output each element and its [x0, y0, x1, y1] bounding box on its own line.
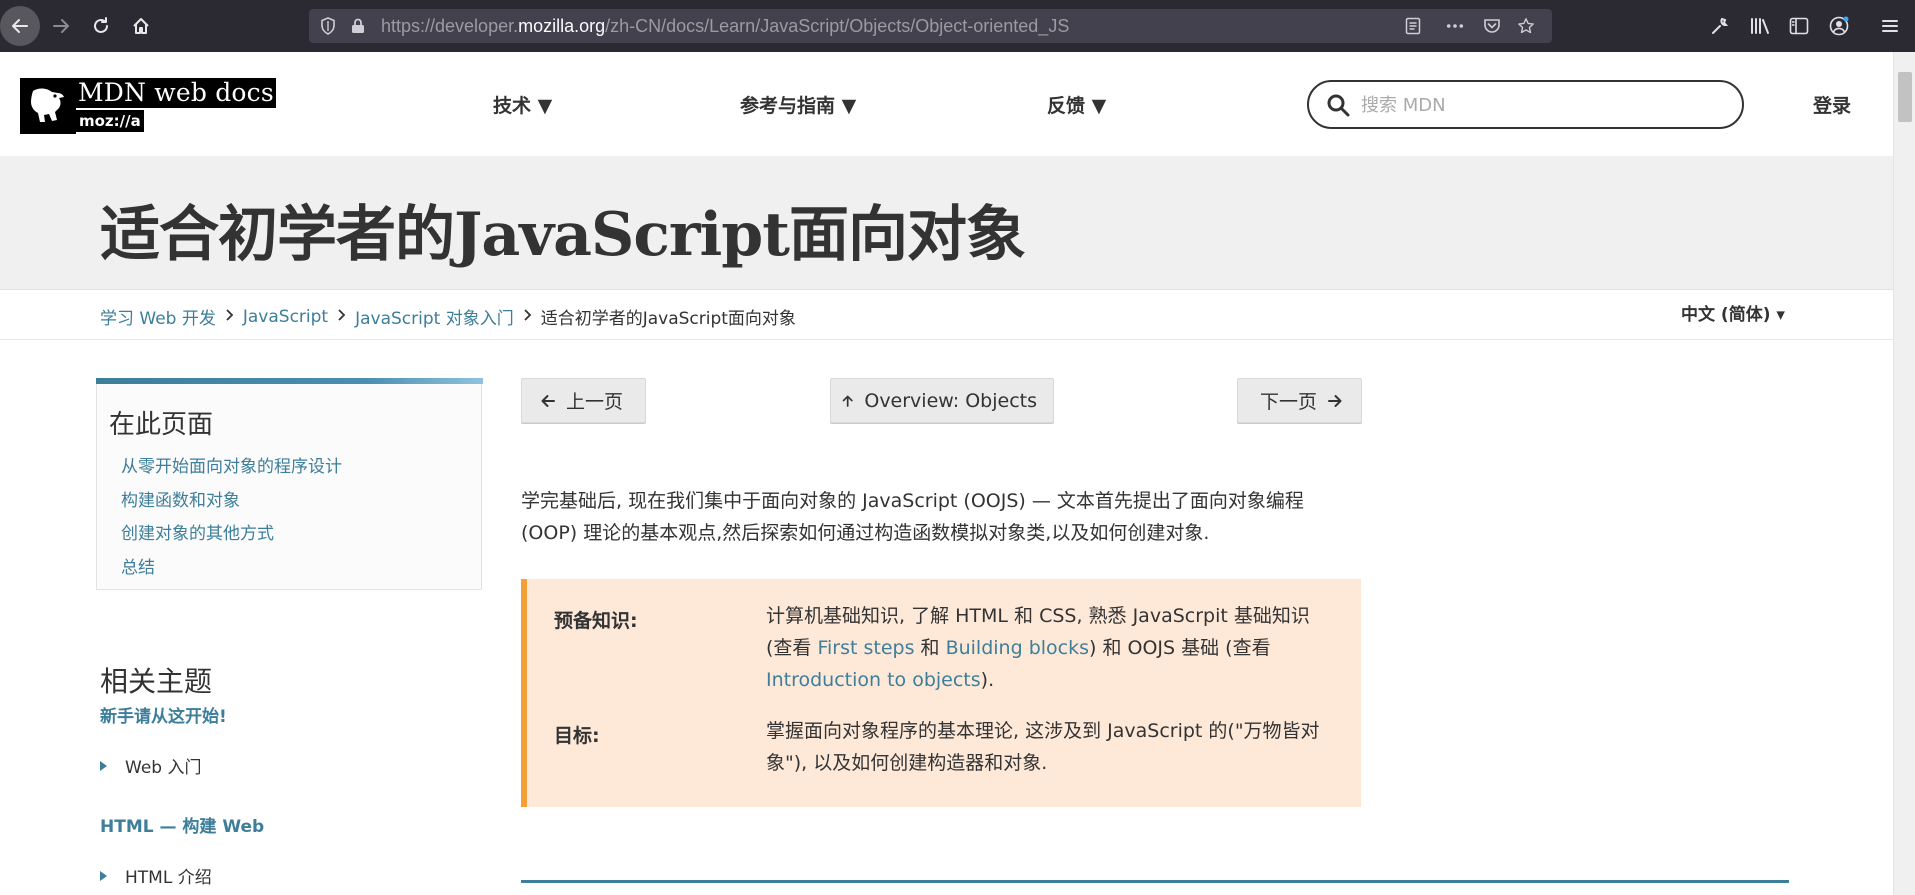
- language-selector[interactable]: 中文 (简体) ▾: [1681, 300, 1785, 325]
- breadcrumb-javascript[interactable]: JavaScript: [243, 307, 328, 327]
- lock-icon[interactable]: [349, 17, 367, 35]
- url-bar[interactable]: https://developer.mozilla.org/zh-CN/docs…: [309, 9, 1552, 43]
- bookmark-star-icon[interactable]: [1517, 17, 1535, 35]
- reload-icon: [94, 17, 108, 33]
- shield-icon[interactable]: [319, 17, 337, 35]
- back-button[interactable]: [0, 6, 40, 46]
- breadcrumb-current: 适合初学者的JavaScript面向对象: [540, 309, 796, 329]
- toc-item[interactable]: 总结: [121, 553, 155, 578]
- logo-title: MDN web docs: [76, 78, 276, 108]
- login-link[interactable]: 登录: [1813, 91, 1851, 118]
- arrow-up-icon: [842, 395, 853, 407]
- breadcrumb-bar: 学习 Web 开发 JavaScript JavaScript 对象入门 适合初…: [0, 290, 1893, 340]
- prerequisites-box: 预备知识: 计算机基础知识, 了解 HTML 和 CSS, 熟悉 JavaScr…: [521, 579, 1361, 807]
- toc-title: 在此页面: [109, 410, 214, 440]
- forward-button[interactable]: [41, 6, 81, 46]
- title-banner: 适合初学者的JavaScript面向对象: [0, 156, 1893, 290]
- reload-button[interactable]: [81, 6, 121, 46]
- chevron-right-icon: [225, 307, 234, 326]
- next-page-button[interactable]: 下一页: [1237, 378, 1362, 423]
- sidebar-icon[interactable]: [1787, 14, 1811, 38]
- search-icon: [1327, 94, 1350, 117]
- related-item-label: HTML 介绍: [125, 868, 212, 888]
- objective-label: 目标:: [554, 725, 600, 747]
- arrow-right-icon: [1328, 394, 1342, 407]
- home-button[interactable]: [121, 6, 161, 46]
- arrow-right-icon: [53, 19, 69, 33]
- table-of-contents: 在此页面 从零开始面向对象的程序设计 构建函数和对象 创建对象的其他方式 总结: [96, 378, 483, 590]
- related-web-intro[interactable]: Web 入门: [100, 753, 201, 778]
- building-blocks-link[interactable]: Building blocks: [946, 637, 1089, 659]
- next-page-label: 下一页: [1259, 391, 1317, 413]
- first-steps-link[interactable]: First steps: [817, 637, 914, 659]
- library-icon[interactable]: [1748, 14, 1772, 38]
- overview-label: Overview: Objects: [864, 389, 1037, 412]
- search-input[interactable]: [1361, 91, 1721, 119]
- menu-references-guides[interactable]: 参考与指南 ▼: [740, 91, 856, 118]
- breadcrumb-learn-web[interactable]: 学习 Web 开发: [100, 304, 216, 329]
- prerequisites-text: 计算机基础知识, 了解 HTML 和 CSS, 熟悉 JavaScrpit 基础…: [766, 605, 1310, 691]
- toc-item[interactable]: 创建对象的其他方式: [121, 519, 274, 544]
- pocket-icon[interactable]: [1483, 17, 1501, 35]
- section-divider: [521, 880, 1789, 883]
- breadcrumb: 学习 Web 开发 JavaScript JavaScript 对象入门 适合初…: [100, 304, 796, 330]
- related-html-intro[interactable]: HTML 介绍: [100, 863, 212, 888]
- breadcrumb-js-objects[interactable]: JavaScript 对象入门: [355, 304, 514, 329]
- triangle-right-icon: [100, 760, 107, 771]
- chevron-right-icon: [337, 307, 346, 326]
- more-actions-icon[interactable]: [1446, 17, 1464, 35]
- search-box[interactable]: [1307, 80, 1744, 129]
- mdn-logo[interactable]: MDN web docs moz://a: [20, 78, 276, 134]
- intro-paragraph: 学完基础后, 现在我们集中于面向对象的 JavaScript (OOJS) — …: [521, 490, 1304, 544]
- url-text[interactable]: https://developer.mozilla.org/zh-CN/docs…: [381, 16, 1069, 37]
- url-host: mozilla.org: [518, 16, 606, 36]
- toc-accent-bar: [96, 378, 483, 384]
- introduction-to-objects-link[interactable]: Introduction to objects: [766, 669, 981, 691]
- related-start-here[interactable]: 新手请从这开始!: [100, 702, 227, 727]
- related-html-heading[interactable]: HTML — 构建 Web: [100, 812, 264, 837]
- logo-text: MDN web docs moz://a: [76, 78, 276, 134]
- overview-button[interactable]: Overview: Objects: [830, 378, 1054, 423]
- related-topics-title: 相关主题: [100, 665, 213, 698]
- arrow-left-icon: [541, 394, 555, 407]
- objective-text: 掌握面向对象程序的基本理论, 这涉及到 JavaScript 的("万物皆对象"…: [766, 720, 1320, 774]
- reader-view-icon[interactable]: [1404, 17, 1422, 35]
- toc-item[interactable]: 构建函数和对象: [121, 486, 240, 511]
- page-title: 适合初学者的JavaScript面向对象: [100, 200, 1026, 270]
- previous-page-label: 上一页: [565, 391, 623, 413]
- menu-feedback[interactable]: 反馈 ▼: [1047, 91, 1106, 118]
- toc-item[interactable]: 从零开始面向对象的程序设计: [121, 452, 342, 477]
- triangle-right-icon: [100, 870, 107, 881]
- scrollbar-thumb[interactable]: [1898, 72, 1912, 122]
- page-scrollbar[interactable]: [1893, 52, 1915, 895]
- site-header: MDN web docs moz://a 技术 ▼ 参考与指南 ▼ 反馈 ▼ 登…: [0, 52, 1893, 156]
- menu-technologies[interactable]: 技术 ▼: [493, 91, 552, 118]
- related-item-label: Web 入门: [125, 758, 202, 778]
- menu-icon[interactable]: [1878, 14, 1902, 38]
- home-icon: [133, 18, 149, 34]
- dinosaur-icon: [20, 78, 76, 134]
- previous-page-button[interactable]: 上一页: [521, 378, 646, 423]
- prerequisites-label: 预备知识:: [554, 610, 638, 632]
- mozilla-wordmark: moz://a: [76, 110, 144, 132]
- account-icon[interactable]: [1827, 14, 1851, 38]
- browser-toolbar: https://developer.mozilla.org/zh-CN/docs…: [0, 0, 1915, 52]
- arrow-left-icon: [12, 19, 28, 33]
- chevron-right-icon: [523, 307, 532, 326]
- wrench-icon[interactable]: [1708, 14, 1732, 38]
